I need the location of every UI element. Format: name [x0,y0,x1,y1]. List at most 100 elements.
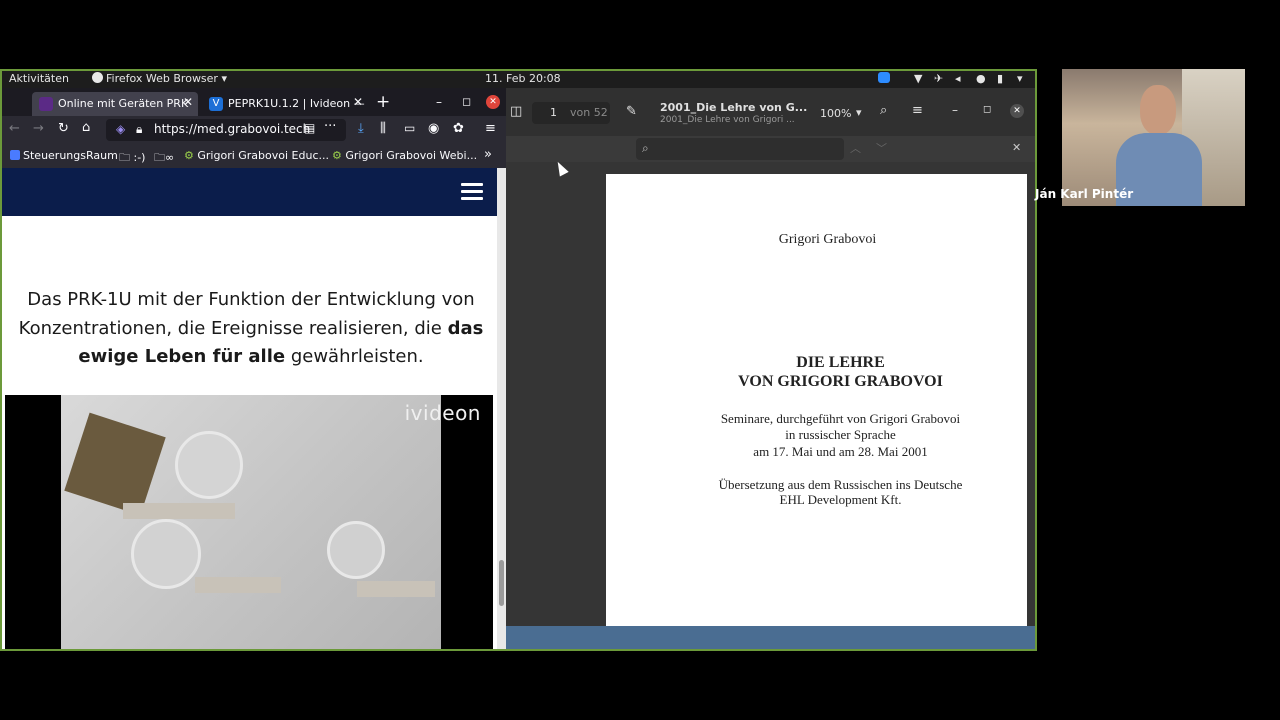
sidebar-icon[interactable]: ▭ [404,121,415,135]
tab-favicon-icon [39,97,53,111]
pdf-subtitle-line3: am 17. Mai und am 28. Mai 2001 [753,444,928,459]
web-page: Das PRK-1U mit der Funktion der Entwickl… [2,168,497,649]
zoom-level: 100% [820,107,852,120]
site-header [2,168,497,216]
bookmarks-toolbar: SteuerungsRaum 🗀︎ :-) 🗀︎∞ ⚙ Grigori Grab… [2,144,506,168]
pdf-translation-line2: EHL Development Kft. [779,492,902,507]
find-next-button[interactable]: ﹀ [876,140,887,156]
zoom-tray-icon[interactable] [878,72,890,86]
clock[interactable]: 11. Feb 20:08 [485,72,561,85]
forward-button[interactable]: → [33,121,44,136]
document-subtitle: 2001_Die Lehre von Grigori ... [660,115,795,125]
app-menu[interactable]: Firefox Web Browser ▾ [92,72,227,85]
account-icon[interactable]: ◉ [428,121,439,136]
wifi-icon[interactable]: ▼ [914,72,922,85]
bookmark-label: SteuerungsRaum [23,149,118,162]
page-number-field[interactable]: 1 von 52 [532,102,610,124]
system-menu-chevron-icon[interactable]: ▾ [1017,72,1023,85]
new-tab-button[interactable]: + [376,92,390,112]
bookmark-label: Grigori Grabovoi Educ... [197,149,329,162]
airplane-icon[interactable]: ✈ [934,72,943,85]
pdf-title-line2: VON GRIGORI GRABOVOI [738,373,943,390]
participant-name: Ján Karl Pintér [1035,187,1134,201]
search-icon: ⌕ [642,141,649,155]
menu-icon[interactable]: ≡ [485,121,496,136]
app-name: Firefox Web Browser [106,72,218,85]
navigation-toolbar: ← → ↻ ⌂ ◈ 🔒︎ https://med.grabovoi.tech ▤… [2,116,506,144]
pdf-title-line1: DIE LEHRE [796,354,885,371]
maximize-button[interactable]: ◻ [983,104,991,115]
minimize-button[interactable]: – [436,95,442,109]
number-strip [357,581,435,597]
tab-bar: Online mit Geräten PRK ✕ V PEPRK1U.1.2 |… [2,88,506,116]
library-icon[interactable]: ⫼ [380,121,386,136]
bookmark-label: Grigori Grabovoi Webi... [345,149,478,162]
page-count: von 52 [570,106,608,119]
pdf-subtitle-line2: in russischer Sprache [785,427,896,442]
number-strip [195,577,281,593]
reload-button[interactable]: ↻ [58,121,69,136]
find-bar: ⌕ ︿ ﹀ ✕ [506,136,1035,162]
more-bookmarks-icon[interactable]: » [484,147,492,162]
tab-online-mit-geraeten[interactable]: Online mit Geräten PRK ✕ [32,92,198,116]
close-window-button[interactable]: ✕ [1010,104,1024,118]
number-strip [123,503,235,519]
pdf-headerbar: ◫ 1 von 52 ✎ 2001_Die Lehre von G... 200… [506,88,1035,136]
heading-text-end: gewährleisten. [285,346,424,367]
tab-title: Online mit Geräten PRK [58,97,189,110]
downloads-icon[interactable]: ⤓ [358,121,364,136]
extension-icon[interactable]: ✿ [453,121,464,136]
webcam-video [1062,69,1245,206]
gear-icon: ⚙ [332,149,342,162]
bookmark-folder-smiley[interactable]: 🗀︎ :-) [119,149,145,168]
close-window-button[interactable]: ✕ [486,95,500,109]
heading-text: Das PRK-1U mit der Funktion der Entwickl… [18,289,475,339]
reader-view-icon[interactable]: ▤ [304,121,315,135]
home-button[interactable]: ⌂ [82,120,90,135]
search-icon[interactable]: ⌕ [880,103,887,118]
tab-peprk1u[interactable]: V PEPRK1U.1.2 | Ivideon — ✕ [202,92,368,116]
annotate-icon[interactable]: ✎ [626,104,637,119]
volume-icon[interactable]: ◂ [955,72,961,85]
hamburger-menu-icon[interactable] [461,183,483,201]
battery-icon[interactable]: ▮ [997,72,1003,85]
lock-icon: 🔒︎ [136,122,143,136]
page-heading: Das PRK-1U mit der Funktion der Entwickl… [16,286,486,372]
ivideon-watermark: ivideon [404,401,481,425]
pdf-page: Grigori Grabovoi DIE LEHRE VON GRIGORI G… [606,174,1027,626]
close-tab-icon[interactable]: ✕ [353,95,363,109]
close-find-icon[interactable]: ✕ [1012,141,1021,154]
gear-icon: ⚙ [184,149,194,162]
bookmark-favicon-icon [10,150,20,160]
bookmark-grabovoi-educ[interactable]: ⚙ Grigori Grabovoi Educ... [184,149,329,162]
back-button[interactable]: ← [9,121,20,136]
find-input[interactable]: ⌕ [636,138,844,160]
bookmark-grabovoi-webi[interactable]: ⚙ Grigori Grabovoi Webi... [332,149,477,162]
pdf-translation-line1: Übersetzung aus dem Russischen ins Deuts… [718,477,963,492]
glass-ring [131,519,201,589]
zoom-dropdown[interactable]: 100% ▾ [812,102,870,124]
chevron-down-icon: ▾ [856,106,862,119]
firefox-window: Online mit Geräten PRK ✕ V PEPRK1U.1.2 |… [2,88,506,649]
bookmark-label: :-) [133,151,146,164]
menu-icon[interactable]: ≡ [912,103,923,118]
video-player[interactable]: ivideon [5,395,493,649]
activities-button[interactable]: Aktivitäten [9,72,69,85]
find-previous-button[interactable]: ︿ [850,140,861,156]
minimize-button[interactable]: – [952,103,958,117]
url-text: https://med.grabovoi.tech [154,122,311,136]
microphone-icon[interactable]: ● [976,72,986,85]
glass-ring [175,431,243,499]
device-camera-view [61,395,441,649]
page-actions-icon[interactable]: ··· [324,119,336,134]
bookmark-label: ∞ [165,151,175,164]
bookmark-steuerungsraum[interactable]: SteuerungsRaum [10,149,118,162]
bookmark-folder-infinity[interactable]: 🗀︎∞ [154,149,174,168]
tab-title: PEPRK1U.1.2 | Ivideon — [228,97,365,110]
sidebar-toggle-icon[interactable]: ◫ [510,104,522,119]
chevron-down-icon: ▾ [221,72,227,85]
shield-icon: ◈ [116,122,126,136]
page-scrollbar[interactable] [497,168,506,649]
maximize-button[interactable]: ◻ [462,95,471,108]
close-tab-icon[interactable]: ✕ [183,95,193,109]
